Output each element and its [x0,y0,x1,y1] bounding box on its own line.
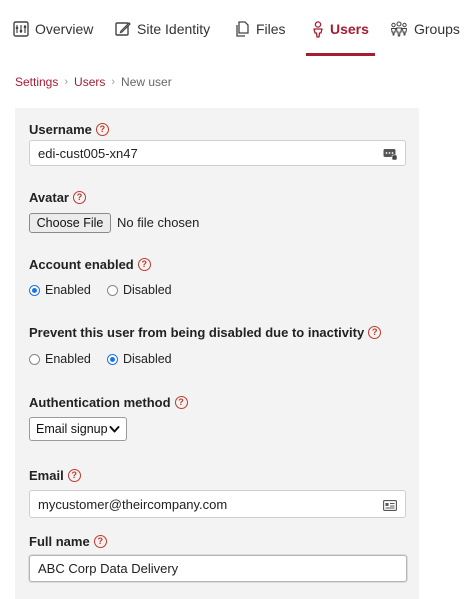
help-icon[interactable]: ? [368,326,382,339]
groups-icon [390,21,408,37]
files-icon [235,21,250,37]
auth-method-label: Authentication method ? [29,395,188,410]
account-enabled-label-text: Account enabled [29,257,134,272]
radio-label: Enabled [45,352,91,366]
radio-button[interactable] [107,353,118,365]
prevent-disable-label: Prevent this user from being disabled du… [29,325,382,340]
username-input[interactable]: edi-cust005-xn47 [29,140,406,166]
auth-method-value: Email signup [36,422,108,436]
breadcrumb-users[interactable]: Users [74,75,105,89]
prevent-disable-label-text: Prevent this user from being disabled du… [29,325,365,340]
help-icon[interactable]: ? [72,191,86,204]
help-icon[interactable]: ? [174,396,188,409]
email-input[interactable]: mycustomer@theircompany.com [29,490,406,518]
password-manager-icon[interactable] [383,147,398,161]
breadcrumb-current: New user [121,75,172,89]
breadcrumb-settings[interactable]: Settings [15,75,58,89]
radio-button[interactable] [29,353,40,365]
email-value: mycustomer@theircompany.com [38,496,228,512]
full-name-input[interactable]: ABC Corp Data Delivery [29,555,407,582]
username-label: Username ? [29,122,109,137]
account-enabled-radio-disabled[interactable]: Disabled [107,283,172,297]
tab-groups[interactable]: Groups [390,0,460,58]
tab-label: Groups [414,21,460,37]
chevron-down-icon [109,423,120,438]
tab-label: Users [330,21,369,37]
auth-method-select[interactable]: Email signup [29,417,127,441]
prevent-disable-radio-disabled[interactable]: Disabled [107,352,172,366]
prevent-disable-radio-enabled[interactable]: Enabled [29,352,91,366]
radio-label: Disabled [123,352,172,366]
choose-file-button[interactable]: Choose File [29,213,111,233]
full-name-label: Full name ? [29,534,107,549]
email-label: Email ? [29,468,81,483]
account-enabled-label: Account enabled ? [29,257,151,272]
radio-button[interactable] [107,284,118,296]
tab-site-identity[interactable]: Site Identity [115,0,210,58]
account-enabled-radio-enabled[interactable]: Enabled [29,283,91,297]
tab-bar: Overview Site Identity Files Users Group… [0,0,474,58]
file-status: No file chosen [117,215,200,230]
email-label-text: Email [29,468,64,483]
help-icon[interactable]: ? [67,469,81,482]
radio-label: Disabled [123,283,172,297]
full-name-value: ABC Corp Data Delivery [38,561,179,576]
overview-icon [13,21,29,37]
full-name-label-text: Full name [29,534,90,549]
tab-label: Site Identity [137,21,211,37]
tab-label: Files [256,21,286,37]
tab-files[interactable]: Files [235,0,286,58]
radio-button[interactable] [29,284,40,296]
username-value: edi-cust005-xn47 [38,145,138,161]
avatar-label-text: Avatar [29,190,69,205]
tab-overview[interactable]: Overview [13,0,93,58]
edit-icon [115,21,131,37]
tab-label: Overview [35,21,94,37]
tab-users[interactable]: Users [306,0,375,58]
contact-card-icon[interactable] [383,499,397,511]
help-icon[interactable]: ? [137,258,151,271]
chevron-right-icon: › [111,76,116,88]
avatar-label: Avatar ? [29,190,86,205]
auth-method-label-text: Authentication method [29,395,171,410]
help-icon[interactable]: ? [93,535,107,548]
radio-label: Enabled [45,283,91,297]
user-icon [312,20,324,38]
breadcrumb: Settings › Users › New user [15,75,172,89]
help-icon[interactable]: ? [95,123,109,136]
username-label-text: Username [29,122,92,137]
chevron-right-icon: › [64,76,69,88]
